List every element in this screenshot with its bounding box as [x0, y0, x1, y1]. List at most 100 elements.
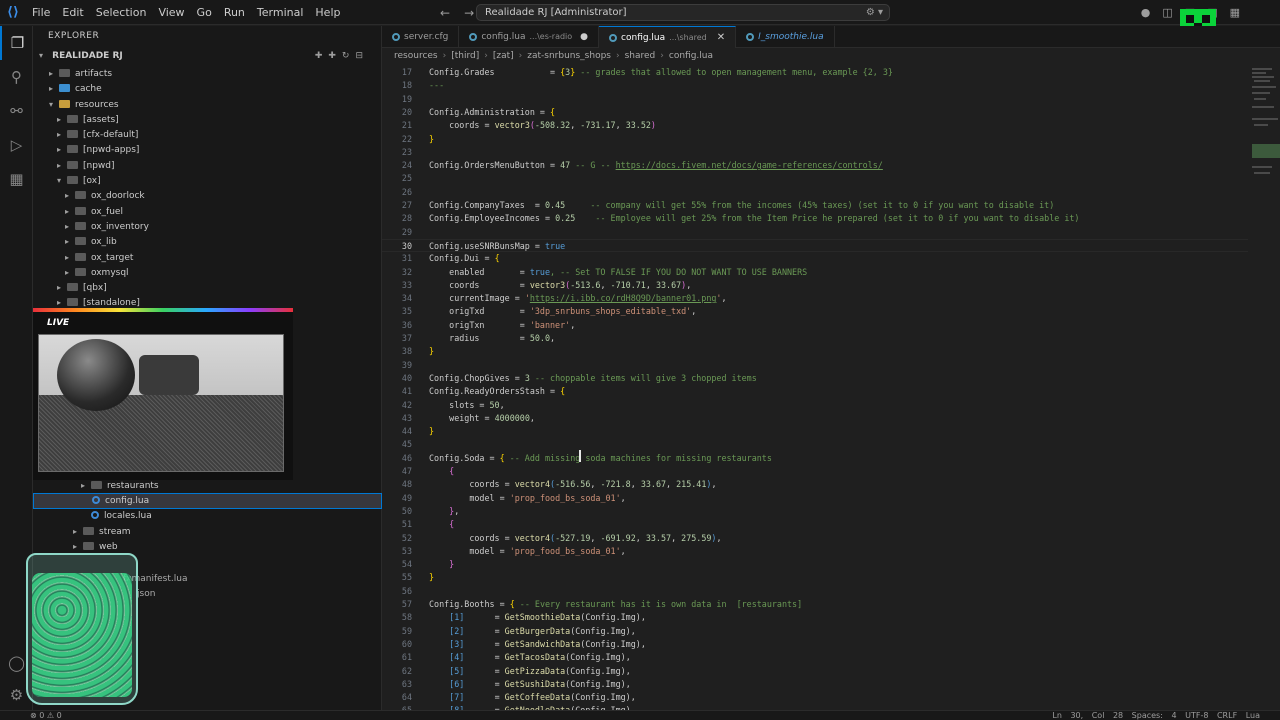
code-line[interactable]: 34 currentImage = 'https://i.ibb.co/rdH8…: [382, 292, 1248, 305]
code-line[interactable]: 36 origTxn = 'banner',: [382, 319, 1248, 332]
code-line[interactable]: 38}: [382, 345, 1248, 358]
code-line[interactable]: 56: [382, 585, 1248, 598]
layout-custom-icon[interactable]: ▦: [1230, 6, 1240, 19]
breadcrumb-item[interactable]: [third]: [451, 51, 479, 61]
json-label[interactable]: json: [137, 587, 188, 602]
code-line[interactable]: 17 Config.Grades = {3} -- grades that all…: [382, 66, 1248, 79]
menu-edit[interactable]: Edit: [56, 0, 89, 25]
workspace-root[interactable]: ▾ REALIDADE RJ ✚✚↻⊟: [33, 46, 381, 66]
code-line[interactable]: 51 {: [382, 518, 1248, 531]
tree-item[interactable]: ▸ [npwd]: [33, 158, 381, 173]
code-line[interactable]: 20 Config.Administration = {: [382, 106, 1248, 119]
copilot-icon[interactable]: ⚙ ▾: [866, 5, 883, 20]
breadcrumb-item[interactable]: zat-snrbuns_shops: [527, 51, 611, 61]
code-line[interactable]: 28 Config.EmployeeIncomes = 0.25 -- Emplo…: [382, 212, 1248, 225]
code-line[interactable]: 31 Config.Dui = {: [382, 252, 1248, 265]
code-line[interactable]: 18 ---: [382, 79, 1248, 92]
code-line[interactable]: 64 [7] = GetCoffeeData(Config.Img),: [382, 691, 1248, 704]
tree-item[interactable]: config.lua: [33, 493, 382, 509]
menu-selection[interactable]: Selection: [90, 0, 153, 25]
tree-item[interactable]: ▸ [assets]: [33, 112, 381, 127]
tree-item[interactable]: ▸ ox_fuel: [33, 204, 381, 219]
code-line[interactable]: 35 origTxd = '3dp_snrbuns_shops_editable…: [382, 305, 1248, 318]
tree-item[interactable]: ▸ ox_target: [33, 250, 381, 265]
menu-view[interactable]: View: [152, 0, 190, 25]
extensions-icon[interactable]: ▦: [0, 162, 33, 196]
run-debug-icon[interactable]: ▷: [0, 128, 33, 162]
code-line[interactable]: 24 Config.OrdersMenuButton = 47 -- G -- h…: [382, 159, 1248, 172]
tree-item[interactable]: ▸ [npwd-apps]: [33, 142, 381, 157]
code-line[interactable]: 42 slots = 50,: [382, 399, 1248, 412]
layout-sidebar-icon[interactable]: ◫: [1162, 6, 1172, 19]
code-line[interactable]: 60 [3] = GetSandwichData(Config.Img),: [382, 638, 1248, 651]
code-line[interactable]: 29: [382, 226, 1248, 239]
tree-item[interactable]: ▸ [qbx]: [33, 280, 381, 295]
code-line[interactable]: 43 weight = 4000000,: [382, 412, 1248, 425]
tab-config-lua[interactable]: config.lua ...\shared ✕: [599, 26, 737, 49]
code-line[interactable]: 33 coords = vector3(-513.6, -710.71, 33.…: [382, 279, 1248, 292]
search-icon[interactable]: ⚲: [0, 60, 33, 94]
code-line[interactable]: 40 Config.ChopGives = 3 -- choppable item…: [382, 372, 1248, 385]
code-line[interactable]: 39: [382, 359, 1248, 372]
tree-item[interactable]: ▸ [cfx-default]: [33, 127, 381, 142]
modified-dot-icon[interactable]: ●: [580, 26, 588, 48]
code-line[interactable]: 54 }: [382, 558, 1248, 571]
code-line[interactable]: 32 enabled = true, -- Set TO FALSE IF YO…: [382, 266, 1248, 279]
tree-item[interactable]: ▸ stream: [33, 524, 382, 539]
code-line[interactable]: 44}: [382, 425, 1248, 438]
code-line[interactable]: 55}: [382, 571, 1248, 584]
code-line[interactable]: 49 model = 'prop_food_bs_soda_01',: [382, 492, 1248, 505]
problems-indicator[interactable]: ⊗ 0 ⚠ 0: [30, 711, 62, 720]
code-editor[interactable]: 17 Config.Grades = {3} -- grades that all…: [382, 66, 1248, 710]
code-line[interactable]: 26: [382, 186, 1248, 199]
breadcrumb-item[interactable]: shared: [625, 51, 656, 61]
code-line[interactable]: 58 [1] = GetSmoothieData(Config.Img),: [382, 611, 1248, 624]
tree-item[interactable]: ▾ [ox]: [33, 173, 381, 188]
menu-run[interactable]: Run: [218, 0, 251, 25]
menu-file[interactable]: File: [26, 0, 56, 25]
command-center[interactable]: Realidade RJ [Administrator] ⚙ ▾: [476, 4, 890, 21]
tab-i-smoothie-lua[interactable]: I_smoothie.lua: [736, 26, 835, 48]
editor-status[interactable]: Ln 30, Col 28 Spaces: 4 UTF-8 CRLF Lua: [1052, 711, 1260, 720]
explorer-toolbar[interactable]: ✚✚↻⊟: [315, 46, 369, 66]
tree-item[interactable]: ▸ oxmysql: [33, 265, 381, 280]
tree-item[interactable]: locales.lua: [33, 509, 382, 524]
code-line[interactable]: 30 Config.useSNRBunsMap = true: [382, 238, 1248, 253]
code-line[interactable]: 41 Config.ReadyOrdersStash = {: [382, 385, 1248, 398]
breadcrumb-item[interactable]: resources: [394, 51, 438, 61]
code-line[interactable]: 27 Config.CompanyTaxes = 0.45 -- company …: [382, 199, 1248, 212]
tab-config-lua[interactable]: config.lua ...\es-radio ●: [459, 26, 600, 48]
menu-go[interactable]: Go: [191, 0, 218, 25]
code-line[interactable]: 46 Config.Soda = { -- Add missing soda ma…: [382, 452, 1248, 465]
code-line[interactable]: 19: [382, 93, 1248, 106]
code-line[interactable]: 61 [4] = GetTacosData(Config.Img),: [382, 651, 1248, 664]
code-line[interactable]: 45: [382, 438, 1248, 451]
tree-item[interactable]: ▸ ox_doorlock: [33, 188, 381, 203]
forward-arrow-icon[interactable]: →: [464, 6, 474, 20]
breadcrumb-item[interactable]: [zat]: [493, 51, 514, 61]
tree-item[interactable]: ▸ ox_inventory: [33, 219, 381, 234]
code-line[interactable]: 21 coords = vector3(-508.32, -731.17, 33…: [382, 119, 1248, 132]
close-icon[interactable]: ✕: [717, 27, 725, 49]
code-line[interactable]: 57 Config.Booths = { -- Every restaurant …: [382, 598, 1248, 611]
code-line[interactable]: 25: [382, 172, 1248, 185]
back-arrow-icon[interactable]: ←: [440, 6, 450, 20]
tree-item[interactable]: ▸ restaurants: [33, 478, 382, 493]
code-line[interactable]: 59 [2] = GetBurgerData(Config.Img),: [382, 625, 1248, 638]
explorer-icon[interactable]: ❐: [0, 26, 33, 60]
code-line[interactable]: 53 model = 'prop_food_bs_soda_01',: [382, 545, 1248, 558]
menu-help[interactable]: Help: [309, 0, 346, 25]
code-line[interactable]: 48 coords = vector4(-516.56, -721.8, 33.…: [382, 478, 1248, 491]
code-line[interactable]: 50 },: [382, 505, 1248, 518]
source-control-icon[interactable]: ⚯: [0, 94, 33, 128]
code-line[interactable]: 52 coords = vector4(-527.19, -691.92, 33…: [382, 532, 1248, 545]
code-line[interactable]: 37 radius = 50.0,: [382, 332, 1248, 345]
code-line[interactable]: 22}: [382, 133, 1248, 146]
breadcrumb-item[interactable]: config.lua: [669, 51, 713, 61]
tab-server-cfg[interactable]: server.cfg: [382, 26, 460, 48]
menu-terminal[interactable]: Terminal: [251, 0, 310, 25]
minimap[interactable]: [1248, 66, 1280, 710]
code-line[interactable]: 62 [5] = GetPizzaData(Config.Img),: [382, 665, 1248, 678]
tree-item[interactable]: ▾ resources: [33, 97, 381, 112]
code-line[interactable]: 47 {: [382, 465, 1248, 478]
